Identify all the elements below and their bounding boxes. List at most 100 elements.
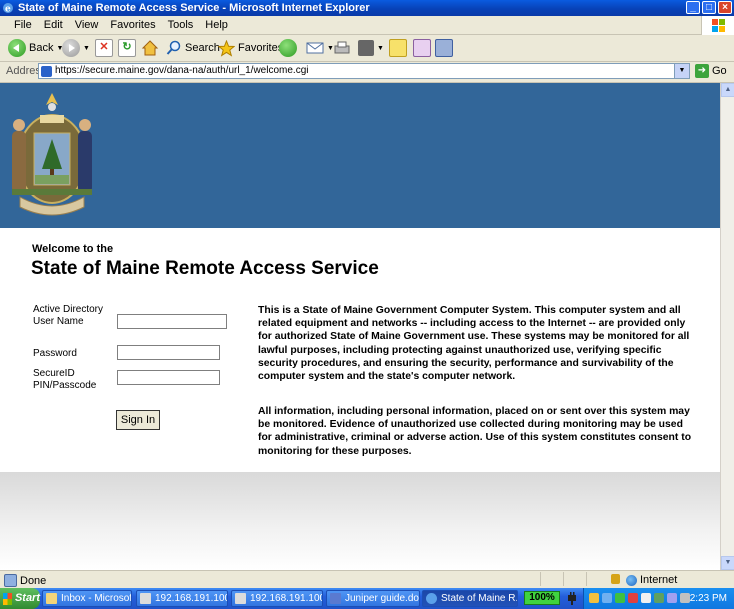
zone-label: Internet xyxy=(640,574,678,586)
welcome-text: Welcome to the xyxy=(32,243,114,255)
status-text: Done xyxy=(20,574,47,587)
window-title: State of Maine Remote Access Service - M… xyxy=(18,2,370,14)
menu-help[interactable]: Help xyxy=(199,16,234,34)
status-panes xyxy=(540,572,609,587)
menu-tools[interactable]: Tools xyxy=(162,16,200,34)
taskbar-item-remote-1[interactable]: 192.168.191.100 ... xyxy=(136,590,228,607)
mail-button[interactable]: ▼ xyxy=(306,38,334,58)
menu-view[interactable]: View xyxy=(69,16,105,34)
close-button[interactable]: × xyxy=(718,1,732,14)
note-icon xyxy=(389,39,407,57)
chevron-down-icon: ▼ xyxy=(83,44,90,52)
address-bar: Address https://secure.maine.gov/dana-na… xyxy=(0,62,734,83)
taskbar-item-word-doc[interactable]: Juniper guide.doc ... xyxy=(326,590,420,607)
address-dropdown-button[interactable]: ▼ xyxy=(674,64,689,78)
taskbar-item-ie-active[interactable]: State of Maine R... xyxy=(422,590,518,607)
zoom-indicator: 100% xyxy=(524,591,560,605)
password-label: Password xyxy=(33,348,77,359)
remote-desktop-icon xyxy=(140,593,151,604)
tray-icon[interactable] xyxy=(589,593,599,603)
lock-icon xyxy=(611,574,620,584)
address-input[interactable]: https://secure.maine.gov/dana-na/auth/ur… xyxy=(38,63,690,79)
tray-icon[interactable] xyxy=(628,593,638,603)
page-done-icon xyxy=(4,574,17,587)
print-button[interactable] xyxy=(333,38,351,58)
research-icon xyxy=(413,39,431,57)
tray-icon[interactable] xyxy=(654,593,664,603)
favorites-label: Favorites xyxy=(238,42,284,54)
menu-edit[interactable]: Edit xyxy=(38,16,69,34)
securid-input[interactable] xyxy=(117,370,220,385)
sign-in-button[interactable]: Sign In xyxy=(116,410,160,430)
minimize-button[interactable]: _ xyxy=(686,1,700,14)
password-input[interactable] xyxy=(117,345,220,360)
power-plug-icon xyxy=(568,592,576,605)
home-icon xyxy=(141,40,159,56)
taskbar-item-label: 192.168.191.100 ... xyxy=(250,593,323,604)
chevron-down-icon: ▼ xyxy=(377,44,384,52)
refresh-button[interactable]: ↻ xyxy=(118,38,136,58)
page-title: State of Maine Remote Access Service xyxy=(31,258,379,279)
go-button[interactable]: ➜ Go xyxy=(695,64,727,78)
status-bar: Done Internet xyxy=(0,570,734,589)
header-banner xyxy=(0,83,720,228)
messenger-button[interactable] xyxy=(435,38,453,58)
vertical-scrollbar[interactable]: ▲ ▼ xyxy=(720,83,734,570)
taskbar: Start Inbox - Microsoft ... 192.168.191.… xyxy=(0,588,734,609)
stop-icon: ✕ xyxy=(95,39,113,57)
address-url: https://secure.maine.gov/dana-na/auth/ur… xyxy=(55,65,309,76)
edit-button[interactable]: ▼ xyxy=(358,38,384,58)
username-input[interactable] xyxy=(117,314,227,329)
scroll-down-button[interactable]: ▼ xyxy=(721,556,734,570)
history-icon xyxy=(279,39,297,57)
tray-icon[interactable] xyxy=(602,593,612,603)
star-icon xyxy=(218,39,235,57)
history-button[interactable] xyxy=(279,38,297,58)
menu-bar: File Edit View Favorites Tools Help xyxy=(0,16,734,35)
scroll-up-button[interactable]: ▲ xyxy=(721,83,734,97)
maine-state-seal-icon xyxy=(12,93,92,216)
tray-icon[interactable] xyxy=(641,593,651,603)
stop-button[interactable]: ✕ xyxy=(95,38,113,58)
username-label: Active Directory User Name xyxy=(33,304,104,327)
menu-favorites[interactable]: Favorites xyxy=(104,16,161,34)
tray-icon[interactable] xyxy=(667,593,677,603)
back-label: Back xyxy=(29,42,54,54)
forward-button[interactable]: ▼ xyxy=(62,38,90,58)
menu-file[interactable]: File xyxy=(8,16,38,34)
start-button[interactable]: Start xyxy=(0,588,40,609)
favorites-button[interactable]: Favorites xyxy=(218,38,283,58)
internet-explorer-icon xyxy=(426,593,437,604)
refresh-icon: ↻ xyxy=(118,39,136,57)
taskbar-item-remote-2[interactable]: 192.168.191.100 ... xyxy=(231,590,323,607)
taskbar-item-label: State of Maine R... xyxy=(441,593,518,604)
securid-label: SecureID PIN/Passcode xyxy=(33,368,97,391)
status-done: Done xyxy=(4,574,46,587)
tray-icon[interactable] xyxy=(680,593,690,603)
word-document-icon xyxy=(330,593,341,604)
discuss-button[interactable] xyxy=(389,38,407,58)
research-button[interactable] xyxy=(413,38,431,58)
tray-icon[interactable] xyxy=(615,593,625,603)
edit-icon xyxy=(358,40,374,56)
printer-icon xyxy=(334,41,350,54)
go-label: Go xyxy=(712,65,727,77)
system-tray: 2:23 PM xyxy=(583,588,734,609)
security-notice-paragraph-2: All information, including personal info… xyxy=(258,406,692,457)
taskbar-item-outlook[interactable]: Inbox - Microsoft ... xyxy=(42,590,132,607)
go-arrow-icon: ➜ xyxy=(695,64,709,78)
search-button[interactable]: Search xyxy=(166,38,220,58)
internet-explorer-icon: e xyxy=(3,3,13,15)
clock[interactable]: 2:23 PM xyxy=(690,588,727,609)
title-bar: e State of Maine Remote Access Service -… xyxy=(0,0,734,16)
home-button[interactable] xyxy=(141,38,159,58)
taskbar-item-label: Juniper guide.doc ... xyxy=(345,593,420,604)
svg-text:e: e xyxy=(5,5,11,15)
start-label: Start xyxy=(14,592,40,604)
windows-flag-icon xyxy=(3,592,12,605)
back-button[interactable]: Back ▼ xyxy=(8,38,63,58)
maximize-button[interactable]: □ xyxy=(702,1,716,14)
page-icon xyxy=(41,66,52,77)
page-footer-shade xyxy=(0,472,720,570)
search-label: Search xyxy=(185,42,220,54)
